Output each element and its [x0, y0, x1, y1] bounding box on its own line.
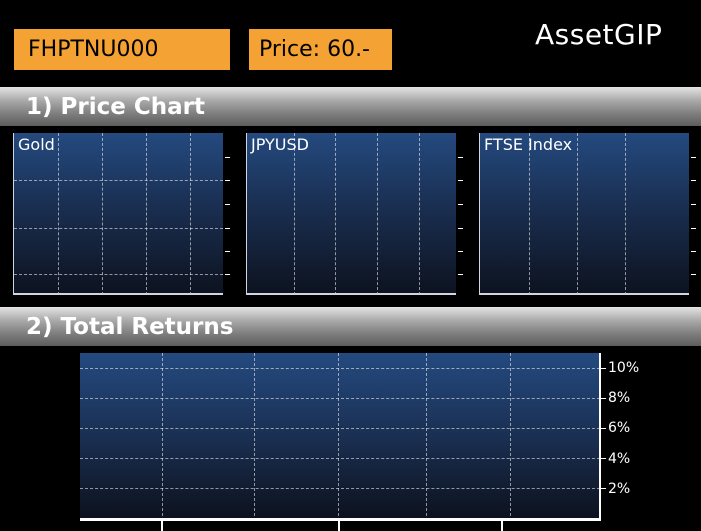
y-tick: [600, 458, 606, 459]
chart-title: Gold: [18, 135, 55, 154]
gridline: [14, 274, 223, 275]
y-tick: [600, 368, 606, 369]
y-tick: [600, 428, 606, 429]
gridline: [577, 133, 578, 293]
gridline: [162, 353, 163, 521]
x-tick: [338, 519, 340, 531]
gridline: [419, 133, 420, 293]
y-tick: [600, 398, 606, 399]
y-tick: [600, 488, 606, 489]
x-tick: [501, 519, 503, 531]
gridline: [80, 428, 600, 429]
fund-code-field[interactable]: FHPTNU000: [14, 29, 230, 70]
chart-title: FTSE Index: [484, 135, 573, 154]
x-tick: [161, 519, 163, 531]
gold-plot-area: Gold: [13, 133, 223, 295]
y-tick-label: 10%: [608, 360, 640, 376]
gridline: [80, 488, 600, 489]
y-tick-label: 4%: [608, 451, 631, 467]
gridline: [80, 398, 600, 399]
y-axis-ticks: [224, 133, 230, 295]
total-returns-x-axis: [80, 518, 601, 521]
gridline: [254, 353, 255, 521]
y-tick-label: 6%: [608, 420, 631, 436]
brand-logo: AssetGIP: [535, 18, 663, 51]
gridline: [102, 133, 103, 293]
gridline: [529, 133, 530, 293]
y-axis-ticks: [457, 133, 463, 295]
gold-chart: Gold: [13, 133, 230, 296]
section-header-total-returns: 2) Total Returns: [0, 307, 701, 346]
jpyusd-plot-area: JPYUSD: [246, 133, 456, 295]
gridline: [294, 133, 295, 293]
total-returns-plot-area: [80, 353, 600, 521]
gridline: [146, 133, 147, 293]
chart-title: JPYUSD: [251, 135, 309, 154]
gridline: [338, 353, 339, 521]
top-bar: FHPTNU000 Price: 60.- AssetGIP: [0, 0, 701, 86]
y-axis-ticks: [690, 133, 696, 295]
gridline: [426, 353, 427, 521]
gridline: [80, 458, 600, 459]
gridline: [335, 133, 336, 293]
gridline: [58, 133, 59, 293]
gridline: [377, 133, 378, 293]
gridline: [14, 228, 223, 229]
ftse-plot-area: FTSE Index: [479, 133, 689, 295]
y-tick-label: 8%: [608, 390, 631, 406]
total-returns-y-axis: [599, 353, 601, 521]
gridline: [14, 180, 223, 181]
price-display: Price: 60.-: [249, 29, 392, 70]
section-header-price-chart: 1) Price Chart: [0, 87, 701, 126]
gridline: [625, 133, 626, 293]
gridline: [510, 353, 511, 521]
gridline: [190, 133, 191, 293]
ftse-chart: FTSE Index: [479, 133, 696, 296]
y-tick-label: 2%: [608, 481, 631, 497]
jpyusd-chart: JPYUSD: [246, 133, 463, 296]
gridline: [80, 368, 600, 369]
